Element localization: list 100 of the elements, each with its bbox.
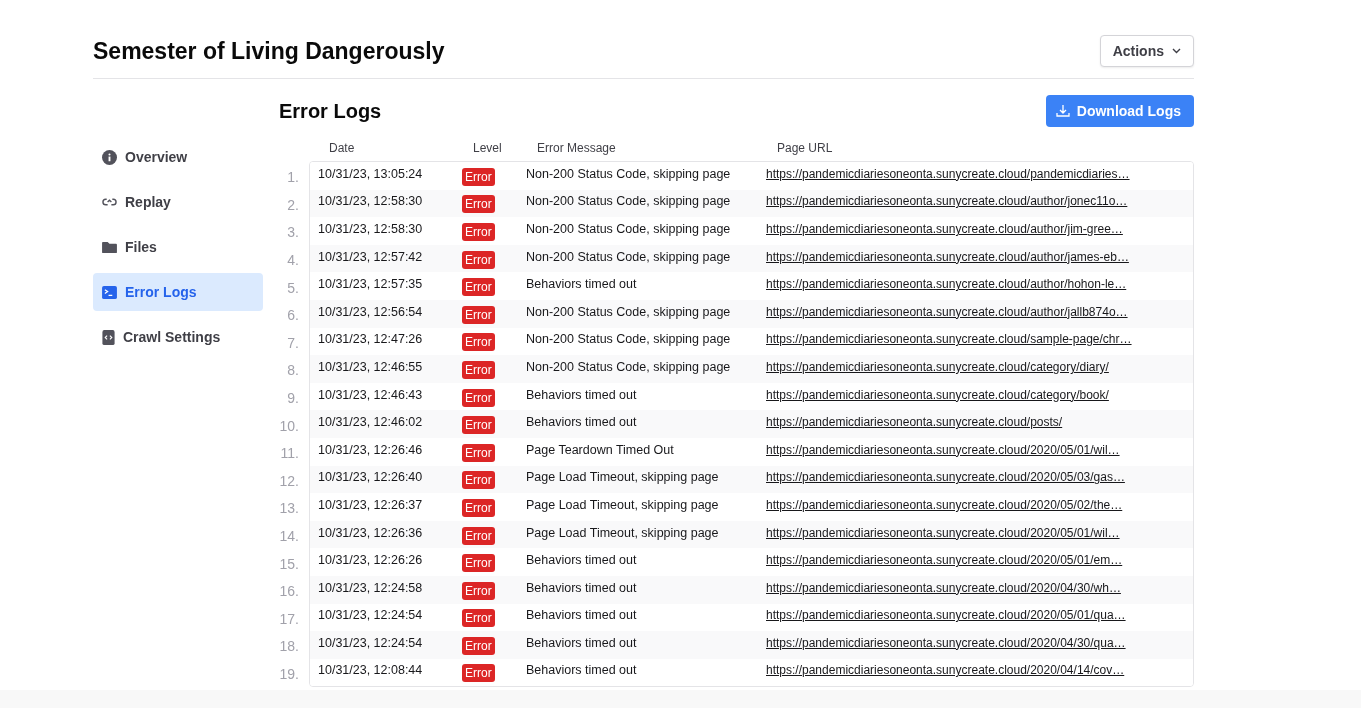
sidebar-item[interactable]: Overview: [93, 138, 263, 176]
info-icon: [102, 149, 117, 165]
message-cell-text: Page Teardown Timed Out: [526, 442, 675, 457]
page-url-link[interactable]: https://pandemicdiariesoneonta.sunycreate.cloud/2020/04/14/cov…: [766, 663, 1193, 678]
message-cell-text: Behaviors timed out: [526, 663, 638, 678]
date-cell-text: 10/31/23, 12:46:02: [318, 415, 424, 430]
actions-button[interactable]: Actions: [1099, 35, 1194, 67]
page-title: Semester of Living Dangerously: [93, 37, 445, 65]
message-cell-text: Page Load Timeout, skipping page: [526, 525, 720, 540]
message-cell-text: Behaviors timed out: [526, 553, 638, 568]
level-badge: Error: [462, 333, 495, 352]
row-number: 16.: [279, 582, 300, 602]
date-cell-text: 10/31/23, 13:05:24: [318, 166, 424, 181]
level-badge: Error: [462, 360, 495, 379]
row-number: 19.: [279, 665, 300, 684]
level-badge: Error: [462, 388, 495, 407]
page-url-link[interactable]: https://pandemicdiariesoneonta.sunycreate.cloud/author/jallb874o…: [766, 304, 1193, 319]
message-cell-text: Behaviors timed out: [526, 415, 638, 430]
page-url-link[interactable]: https://pandemicdiariesoneonta.sunycreate.cloud/2020/04/30/qua…: [766, 635, 1193, 650]
date-cell-text: 10/31/23, 12:57:42: [318, 249, 424, 264]
level-badge: Error: [462, 167, 495, 186]
level-badge: Error: [462, 471, 495, 490]
row-number: 15.: [279, 554, 300, 574]
date-cell-text: 10/31/23, 12:46:55: [318, 359, 424, 374]
row-number: 18.: [279, 637, 300, 657]
sidebar-item[interactable]: Crawl Settings: [93, 318, 263, 356]
download-logs-button[interactable]: Download Logs: [1045, 95, 1194, 127]
folder-icon: [102, 240, 117, 254]
row-number: 4.: [286, 251, 300, 271]
page-url-link[interactable]: https://pandemicdiariesoneonta.sunycreate.cloud/author/jonec11o…: [766, 194, 1193, 209]
row-number: 17.: [279, 609, 300, 629]
sidebar-item[interactable]: Error Logs: [93, 273, 263, 311]
level-badge: Error: [462, 609, 495, 628]
row-number: 13.: [279, 499, 300, 519]
message-cell-text: Behaviors timed out: [526, 608, 638, 623]
date-cell-text: 10/31/23, 12:24:58: [318, 580, 424, 595]
level-badge: Error: [462, 554, 495, 573]
date-cell-text: 10/31/23, 12:24:54: [318, 635, 424, 650]
date-cell-text: 10/31/23, 12:58:30: [318, 222, 424, 236]
row-number: 10.: [279, 416, 300, 436]
section-title: Error Logs: [279, 99, 382, 123]
page-url-link[interactable]: https://pandemicdiariesoneonta.sunycreate.cloud/sample-page/chr…: [766, 332, 1193, 347]
column-header: Level: [473, 141, 503, 155]
page-url-link[interactable]: https://pandemicdiariesoneonta.sunycreate.cloud/category/diary/: [766, 359, 1193, 374]
page-url-link[interactable]: https://pandemicdiariesoneonta.sunycreate.cloud/pandemicdiaries…: [766, 166, 1193, 181]
terminal-icon: [102, 285, 117, 299]
message-cell-text: Behaviors timed out: [526, 580, 638, 595]
level-badge: Error: [462, 526, 495, 545]
row-number: 1.: [286, 168, 300, 188]
page-url-link[interactable]: https://pandemicdiariesoneonta.sunycreate.cloud/2020/05/01/em…: [766, 553, 1193, 568]
row-number: 3.: [286, 223, 300, 243]
row-number: 11.: [279, 444, 300, 464]
sidebar-item[interactable]: Files: [93, 228, 263, 266]
message-cell-text: Page Load Timeout, skipping page: [526, 497, 720, 512]
page-url-link[interactable]: https://pandemicdiariesoneonta.sunycreate.cloud/2020/05/03/gas…: [766, 470, 1193, 485]
date-cell-text: 10/31/23, 12:26:37: [318, 497, 424, 512]
level-badge: Error: [462, 195, 495, 214]
date-cell-text: 10/31/23, 12:46:43: [318, 387, 424, 402]
row-number: 5.: [286, 278, 300, 298]
date-cell-text: 10/31/23, 12:26:26: [318, 553, 424, 568]
message-cell-text: Behaviors timed out: [526, 635, 638, 650]
message-cell-text: Non-200 Status Code, skipping page: [526, 222, 732, 236]
level-badge: Error: [462, 498, 495, 517]
message-cell-text: Non-200 Status Code, skipping page: [526, 304, 732, 319]
page-url-link[interactable]: https://pandemicdiariesoneonta.sunycreate.cloud/author/jim-gree…: [766, 222, 1193, 236]
date-cell-text: 10/31/23, 12:26:40: [318, 470, 424, 485]
page-url-link[interactable]: https://pandemicdiariesoneonta.sunycreate.cloud/author/hohon-le…: [766, 277, 1193, 292]
page-url-link[interactable]: https://pandemicdiariesoneonta.sunycreate.cloud/2020/05/01/qua…: [766, 608, 1193, 623]
column-header: Date: [329, 141, 356, 155]
page-url-link[interactable]: https://pandemicdiariesoneonta.sunycreate.cloud/2020/05/01/wil…: [766, 442, 1193, 457]
level-badge: Error: [462, 278, 495, 297]
download-icon: [1055, 104, 1070, 118]
page-url-link[interactable]: https://pandemicdiariesoneonta.sunycreate.cloud/category/book/: [766, 387, 1193, 402]
message-cell-text: Behaviors timed out: [526, 277, 638, 292]
page-url-link[interactable]: https://pandemicdiariesoneonta.sunycreate.cloud/posts/: [766, 415, 1193, 430]
level-badge: Error: [462, 636, 495, 655]
date-cell-text: 10/31/23, 12:08:44: [318, 663, 424, 678]
page-url-link[interactable]: https://pandemicdiariesoneonta.sunycreate.cloud/2020/05/01/wil…: [766, 525, 1193, 540]
row-number: 12.: [279, 471, 300, 491]
date-cell-text: 10/31/23, 12:26:36: [318, 525, 424, 540]
row-number: 14.: [279, 527, 300, 546]
sidebar-item[interactable]: Replay: [93, 183, 263, 221]
level-badge: Error: [462, 305, 495, 324]
level-badge: Error: [462, 223, 495, 241]
date-cell-text: 10/31/23, 12:56:54: [318, 304, 424, 319]
date-cell-text: 10/31/23, 12:24:54: [318, 608, 424, 623]
level-badge: Error: [462, 664, 495, 683]
row-number: 8.: [286, 361, 300, 381]
level-badge: Error: [462, 443, 495, 462]
date-cell-text: 10/31/23, 12:26:46: [318, 442, 424, 457]
page-url-link[interactable]: https://pandemicdiariesoneonta.sunycreate.cloud/2020/05/02/the…: [766, 497, 1193, 512]
page-url-link[interactable]: https://pandemicdiariesoneonta.sunycreate.cloud/2020/04/30/wh…: [766, 580, 1193, 595]
page-url-link[interactable]: https://pandemicdiariesoneonta.sunycreate.cloud/author/james-eb…: [766, 249, 1193, 264]
message-cell-text: Non-200 Status Code, skipping page: [526, 194, 732, 209]
message-cell-text: Non-200 Status Code, skipping page: [526, 359, 732, 374]
row-number: 7.: [286, 333, 300, 353]
date-cell-text: 10/31/23, 12:58:30: [318, 194, 424, 209]
column-header: Page URL: [777, 141, 834, 155]
replay-icon: [102, 197, 117, 207]
message-cell-text: Page Load Timeout, skipping page: [526, 470, 720, 485]
